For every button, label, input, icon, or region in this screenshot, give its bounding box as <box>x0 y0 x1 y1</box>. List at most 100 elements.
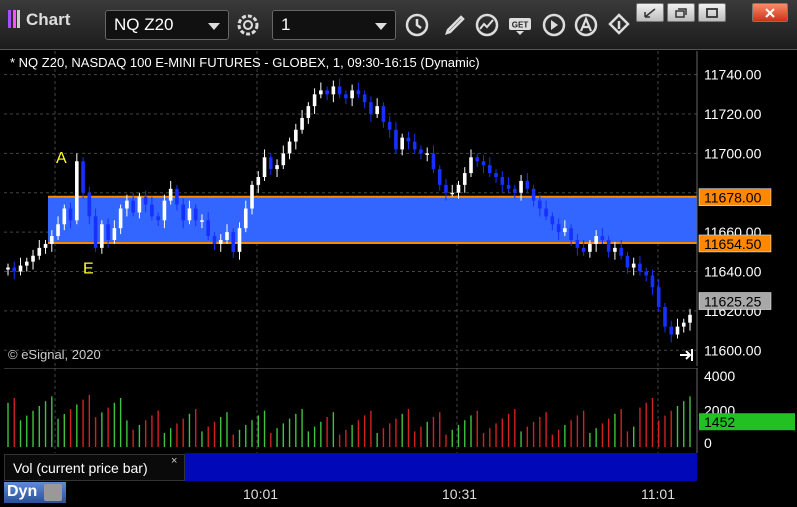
time-tick-label: 10:01 <box>243 486 279 502</box>
pencil-draw-icon[interactable] <box>441 11 469 39</box>
candle-body <box>600 236 605 240</box>
candle-body <box>669 326 674 335</box>
candle-body <box>62 208 67 225</box>
candle-body <box>650 275 655 288</box>
candle-body <box>450 192 455 195</box>
last-volume-label: 1452 <box>704 414 735 430</box>
candle-body <box>275 165 279 170</box>
candle-body <box>569 228 573 240</box>
candle-body <box>494 173 498 177</box>
candle-body <box>187 208 192 221</box>
candle-body <box>475 157 480 162</box>
link-icon[interactable] <box>605 11 633 39</box>
candle-body <box>306 106 311 118</box>
candle-body <box>68 208 73 221</box>
candle-body <box>550 216 555 225</box>
candle-body <box>75 161 79 221</box>
candle-body <box>231 232 236 252</box>
candle-body <box>243 208 248 229</box>
volume-study-label[interactable]: Vol (current price bar) <box>4 454 185 481</box>
price-tick-label: 11700.00 <box>704 145 762 161</box>
candle-body <box>538 200 542 209</box>
settings-gear-icon[interactable] <box>234 11 262 39</box>
candle-body <box>331 86 336 95</box>
candle-body <box>49 236 54 244</box>
candle-body <box>287 141 292 154</box>
candle-body <box>162 200 167 221</box>
price-tick-label: 11720.00 <box>704 106 762 122</box>
candle-body <box>387 121 392 130</box>
clock-icon[interactable] <box>403 11 431 39</box>
candle-body <box>137 196 142 213</box>
marker-a-label: A <box>56 150 67 167</box>
get-data-icon[interactable]: GET <box>506 11 534 39</box>
candle-body <box>663 306 667 327</box>
candle-body <box>625 255 630 268</box>
candle-body <box>168 188 173 201</box>
cascade-icon[interactable] <box>667 3 695 22</box>
volume-tick-label: 4000 <box>704 368 735 384</box>
candle-body <box>268 157 273 170</box>
candle-body <box>131 200 135 213</box>
candle-body <box>525 180 530 189</box>
symbol-dropdown[interactable]: NQ Z20 <box>105 10 229 40</box>
candle-body <box>412 141 417 150</box>
candle-body <box>375 106 379 114</box>
candle-body <box>350 90 354 99</box>
candle-body <box>262 157 267 177</box>
close-icon[interactable]: × <box>171 455 177 467</box>
candle-body <box>419 149 423 154</box>
volume-chart[interactable]: 4000200001452 <box>4 368 797 453</box>
play-icon[interactable] <box>540 11 568 39</box>
time-tick-label: 11:01 <box>641 486 675 502</box>
candle-body <box>381 106 386 122</box>
candle-body <box>225 232 229 240</box>
candle-body <box>31 255 35 262</box>
price-chart[interactable]: 11740.0011720.0011700.0011680.0011660.00… <box>4 51 797 366</box>
lock-icon[interactable] <box>44 484 62 501</box>
scroll-to-end-icon[interactable] <box>679 347 695 363</box>
candle-body <box>406 137 411 142</box>
close-icon[interactable] <box>752 3 788 22</box>
alert-icon[interactable] <box>572 11 600 39</box>
marker-e-label: E <box>83 260 94 277</box>
study-icon[interactable] <box>473 11 501 39</box>
candle-body <box>506 184 511 189</box>
candle-body <box>18 265 23 272</box>
candle-body <box>394 129 398 150</box>
candle-body <box>469 157 473 174</box>
candle-body <box>613 247 617 252</box>
candle-body <box>37 247 42 256</box>
candle-body <box>193 208 198 221</box>
candle-body <box>638 263 642 272</box>
candle-body <box>425 153 430 155</box>
candle-body <box>294 129 298 142</box>
candle-body <box>575 240 580 248</box>
candle-body <box>337 86 342 95</box>
candle-body <box>581 247 586 252</box>
candle-body <box>456 184 461 193</box>
candle-body <box>556 224 561 233</box>
candle-body <box>444 184 448 193</box>
candle-body <box>462 173 467 185</box>
study-panel-area <box>185 453 697 481</box>
candle-body <box>281 153 286 166</box>
candle-body <box>24 261 29 266</box>
app-title: Chart <box>8 10 70 30</box>
maximize-icon[interactable] <box>698 3 726 22</box>
candle-body <box>106 224 110 240</box>
restore-icon[interactable] <box>636 3 664 22</box>
candle-body <box>93 216 98 248</box>
candle-body <box>544 208 548 217</box>
chart-app-icon <box>8 10 20 28</box>
candle-body <box>344 94 348 99</box>
chevron-down-icon <box>208 23 220 30</box>
candle-body <box>125 200 129 209</box>
candle-body <box>356 90 361 95</box>
svg-text:GET: GET <box>512 21 529 30</box>
interval-dropdown[interactable]: 1 <box>272 10 396 40</box>
candle-body <box>500 177 505 185</box>
candle-body <box>206 220 211 237</box>
interval-value: 1 <box>281 15 291 34</box>
symbol-value: NQ Z20 <box>114 15 174 34</box>
